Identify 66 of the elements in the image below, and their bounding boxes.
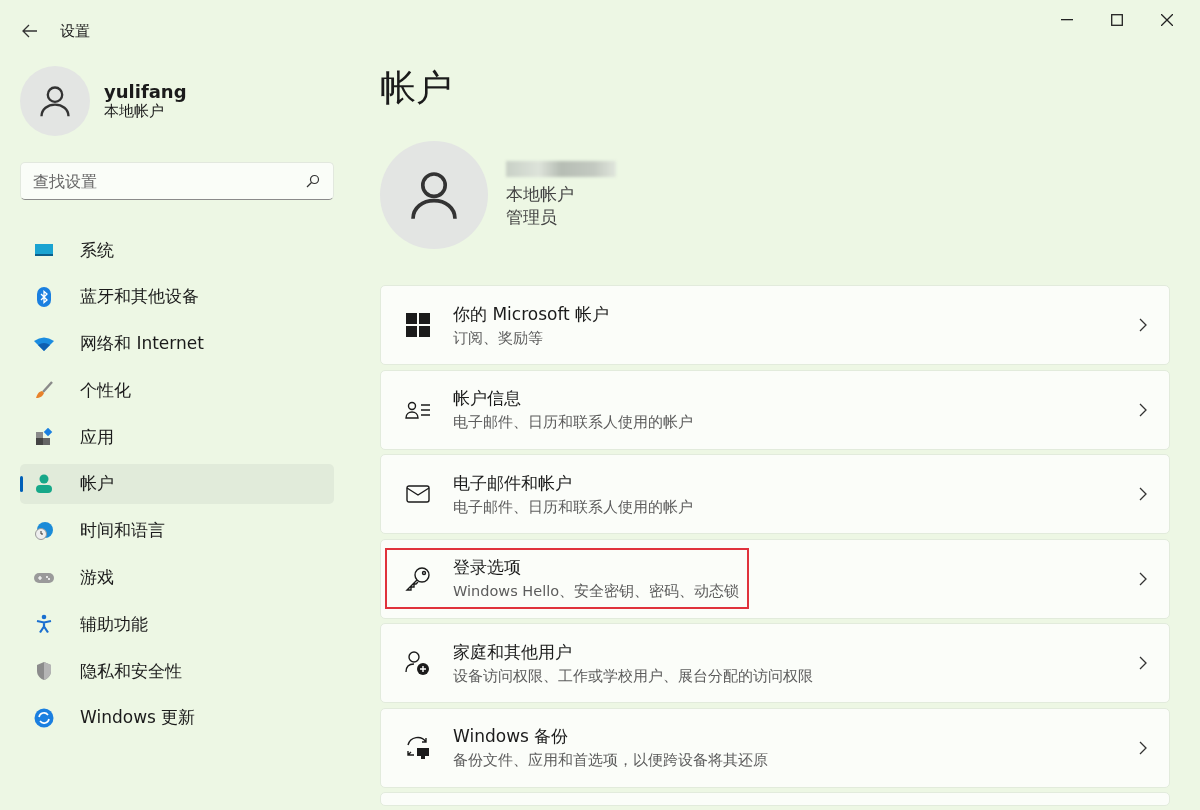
card-title: 你的 Microsoft 帐户 [453, 302, 610, 326]
chevron-right-icon [1139, 318, 1147, 332]
bluetooth-icon [36, 286, 52, 307]
shield-icon [36, 661, 52, 682]
settings-card[interactable]: 登录选项 Windows Hello、安全密钥、密码、动态锁 [380, 538, 1170, 619]
envelope-icon [406, 485, 430, 503]
paintbrush-icon [35, 381, 53, 400]
chevron-right-icon [1139, 487, 1147, 501]
wifi-icon [34, 336, 54, 351]
windows-logo-icon [406, 313, 430, 337]
card-title: 登录选项 [453, 556, 522, 579]
settings-card[interactable]: 你的 Microsoft 帐户 订阅、奖励等 [380, 285, 1170, 365]
nav-item[interactable]: 隐私和安全性 [20, 651, 334, 692]
settings-card[interactable]: Windows 备份 备份文件、应用和首选项，以便跨设备将其还原 [380, 707, 1170, 788]
sync-monitor-icon [405, 734, 431, 761]
card-title: 电子邮件和帐户 [453, 471, 573, 495]
selection-indicator [20, 476, 23, 492]
card-title: 帐户信息 [453, 387, 522, 410]
card-subtitle: Windows Hello、安全密钥、密码、动态锁 [453, 582, 740, 601]
accessibility-icon [36, 614, 52, 635]
user-name: yulifang [104, 81, 187, 102]
chevron-right-icon [1139, 740, 1147, 755]
person-icon [37, 83, 73, 119]
nav-item[interactable]: 辅助功能 [20, 604, 334, 645]
nav-item[interactable]: 游戏 [20, 557, 334, 598]
minimize-icon [1061, 19, 1073, 21]
nav-item[interactable]: 网络和 Internet [20, 323, 334, 364]
window-title: 设置 [60, 21, 90, 41]
apps-icon [35, 428, 53, 447]
nav-item[interactable]: Windows 更新 [20, 697, 334, 738]
profile-detail: 本地帐户 [506, 183, 575, 206]
card-subtitle: 电子邮件、日历和联系人使用的帐户 [453, 413, 693, 432]
nav-item[interactable]: 蓝牙和其他设备 [20, 276, 334, 317]
account-type: 本地帐户 [104, 102, 165, 121]
chevron-right-icon [1139, 402, 1147, 417]
search-icon [306, 174, 320, 188]
card-subtitle: 订阅、奖励等 [453, 328, 544, 348]
close-icon [1161, 14, 1173, 26]
card-title: 家庭和其他用户 [453, 640, 573, 664]
settings-card[interactable]: 家庭和其他用户 设备访问权限、工作或学校用户、展台分配的访问权限 [380, 623, 1170, 703]
settings-card[interactable]: 帐户信息 电子邮件、日历和联系人使用的帐户 [380, 369, 1170, 450]
contact-list-icon [405, 399, 431, 420]
card-subtitle: 备份文件、应用和首选项，以便跨设备将其还原 [453, 751, 768, 770]
key-icon [405, 565, 431, 592]
maximize-icon [1111, 14, 1123, 26]
add-person-icon [405, 650, 431, 676]
monitor-icon [34, 242, 54, 258]
search-field[interactable]: 查找设置 [20, 162, 334, 200]
nav-item[interactable]: 系统 [20, 230, 334, 270]
profile-detail: 管理员 [506, 206, 558, 229]
nav-item[interactable]: 应用 [20, 417, 334, 458]
page-title: 帐户 [380, 66, 453, 110]
chevron-right-icon [1139, 571, 1147, 586]
update-icon [34, 707, 54, 728]
nav-item[interactable]: 个性化 [20, 370, 334, 411]
back-arrow-icon [22, 24, 38, 38]
person-icon [36, 474, 52, 494]
nav-item[interactable]: 时间和语言 [20, 510, 334, 551]
card-subtitle: 电子邮件、日历和联系人使用的帐户 [453, 497, 693, 517]
card-subtitle: 设备访问权限、工作或学校用户、展台分配的访问权限 [453, 666, 813, 686]
nav-item[interactable]: 帐户 [20, 464, 334, 504]
gamepad-icon [34, 570, 54, 585]
globe-clock-icon [34, 520, 54, 541]
chevron-right-icon [1139, 656, 1147, 670]
settings-card[interactable]: 电子邮件和帐户 电子邮件、日历和联系人使用的帐户 [380, 454, 1170, 534]
card-title: Windows 备份 [453, 725, 570, 748]
